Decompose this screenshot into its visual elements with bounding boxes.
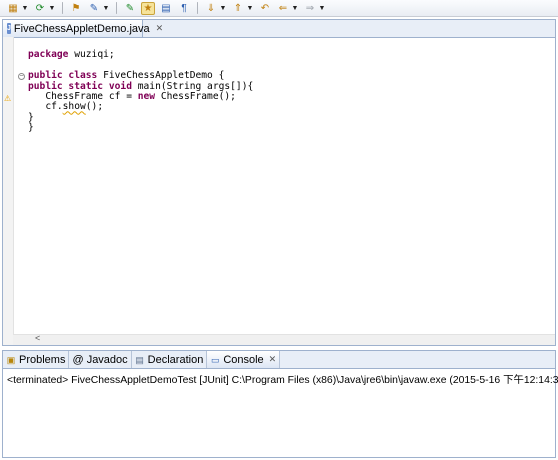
chevron-down-icon[interactable]: ▼: [292, 2, 299, 15]
problems-icon: ▣: [6, 354, 16, 365]
last-edit-icon[interactable]: ↶: [258, 2, 272, 15]
chevron-down-icon[interactable]: ▼: [319, 2, 326, 15]
toolbar-separator: [62, 2, 63, 14]
tab-label: Console: [223, 353, 264, 366]
tab-label: Problems: [19, 353, 66, 366]
views-tab-bar: ▣ Problems @ Javadoc ▤ Declaration ▭ Con…: [3, 351, 555, 369]
tab-declaration[interactable]: ▤ Declaration: [132, 351, 208, 368]
quick-fix-icon[interactable]: ⚠: [4, 94, 12, 103]
code-line: ChessFrame cf = new ChessFrame();: [28, 91, 236, 103]
chevron-down-icon[interactable]: ▼: [220, 2, 227, 15]
chevron-down-icon[interactable]: ▼: [103, 2, 110, 15]
fold-collapse-icon[interactable]: −: [18, 73, 25, 80]
source-code[interactable]: package wuziqi; public class FiveChessAp…: [28, 40, 253, 144]
views-panel: ▣ Problems @ Javadoc ▤ Declaration ▭ Con…: [2, 350, 558, 458]
java-file-icon: J: [7, 23, 11, 34]
editor-tab-bar: J FiveChessAppletDemo.java ✕: [3, 20, 555, 38]
toggle-mark-icon[interactable]: ★: [141, 1, 155, 15]
scroll-left-icon[interactable]: <: [35, 333, 40, 343]
prev-annotation-icon[interactable]: ⇑: [231, 2, 245, 15]
main-toolbar: ▦ ▼ ⟳ ▼ ⚑ ✎ ▼ ✎ ★ ▤ ¶ ⇓ ▼ ⇑ ▼ ↶ ⇐ ▼ ⇒ ▼: [0, 0, 558, 17]
console-status: <terminated> FiveChessAppletDemoTest [JU…: [7, 375, 558, 386]
whitespace-icon[interactable]: ¶: [177, 2, 191, 15]
block-select-icon[interactable]: ▤: [159, 2, 173, 15]
chevron-down-icon[interactable]: ▼: [22, 2, 29, 15]
tab-label: Declaration: [147, 353, 204, 366]
forward-icon[interactable]: ⇒: [303, 2, 317, 15]
search-icon[interactable]: ✎: [87, 2, 101, 15]
tab-console[interactable]: ▭ Console ✕: [207, 351, 281, 368]
run-icon[interactable]: ⟳: [33, 2, 47, 15]
chevron-down-icon[interactable]: ▼: [49, 2, 56, 15]
tab-javadoc[interactable]: @ Javadoc: [69, 351, 132, 368]
code-line: }: [28, 122, 34, 134]
horizontal-scrollbar[interactable]: <: [13, 333, 555, 345]
code-line: public static void main(String args[]){: [28, 80, 254, 92]
back-icon[interactable]: ⇐: [276, 2, 290, 15]
next-annotation-icon[interactable]: ⇓: [204, 2, 218, 15]
new-icon[interactable]: ▦: [6, 2, 20, 15]
code-line: cf.show();: [28, 101, 104, 113]
code-editor: J FiveChessAppletDemo.java ✕ − ⚠ package…: [2, 19, 556, 346]
code-line: }: [28, 111, 34, 123]
tab-problems[interactable]: ▣ Problems: [3, 351, 70, 368]
toolbar-separator: [116, 2, 117, 14]
tab-label: @ Javadoc: [72, 353, 128, 366]
editor-tab[interactable]: J FiveChessAppletDemo.java ✕: [3, 20, 163, 37]
code-line: public class FiveChessAppletDemo {: [28, 70, 225, 82]
chevron-down-icon[interactable]: ▼: [247, 2, 254, 15]
close-icon[interactable]: ✕: [156, 23, 164, 34]
annotation-ruler: [3, 37, 14, 345]
declaration-icon: ▤: [135, 354, 144, 365]
code-line: package wuziqi;: [28, 49, 115, 61]
toolbar-separator: [197, 2, 198, 14]
annotation-icon[interactable]: ✎: [123, 2, 137, 15]
close-icon[interactable]: ✕: [269, 354, 277, 365]
open-type-icon[interactable]: ⚑: [69, 2, 83, 15]
editor-tab-label: FiveChessAppletDemo.java: [13, 22, 150, 35]
console-icon: ▭: [211, 354, 220, 365]
